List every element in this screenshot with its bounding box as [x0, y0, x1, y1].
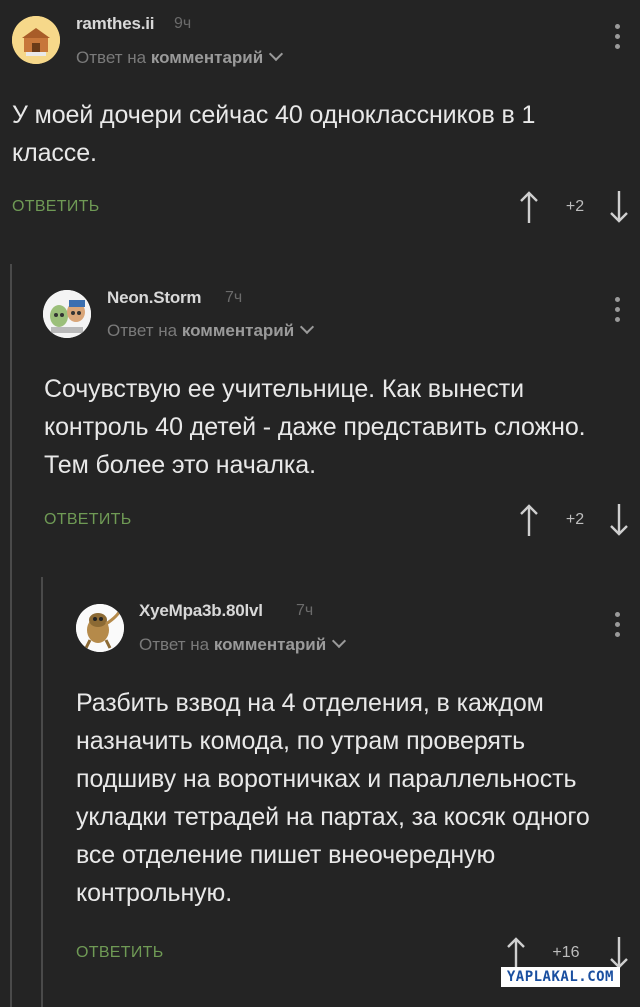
avatar[interactable]	[43, 290, 91, 338]
more-vert-icon[interactable]	[615, 297, 621, 327]
comment-text: Разбить взвод на 4 отделения, в каждом н…	[76, 689, 590, 907]
vote-score: +2	[565, 198, 585, 215]
reply-button[interactable]: ОТВЕТИТЬ	[76, 944, 164, 962]
comment-text: Сочувствую ее учительнице. Как вынести к…	[44, 375, 586, 479]
timestamp: 7ч	[296, 602, 314, 619]
comment-text: У моей дочери сейчас 40 одноклассников в…	[12, 101, 536, 167]
timestamp: 7ч	[225, 289, 243, 306]
chevron-down-icon	[269, 46, 284, 62]
comment-1: ramthes.ii 9ч Ответ на комментарий У мое…	[0, 0, 640, 250]
watermark: YAPLAKAL.COM	[500, 967, 620, 987]
vote-score: +2	[565, 511, 585, 528]
avatar[interactable]	[12, 16, 60, 64]
arrow-up-icon[interactable]	[519, 503, 539, 537]
arrow-down-icon[interactable]	[609, 190, 629, 224]
avatar-image	[12, 16, 60, 64]
thread-line	[41, 577, 43, 1007]
reply-target: комментарий	[181, 321, 295, 340]
reply-to-link[interactable]: Ответ на комментарий	[139, 633, 347, 655]
timestamp: 9ч	[174, 15, 192, 32]
reply-button[interactable]: ОТВЕТИТЬ	[12, 198, 100, 216]
arrow-up-icon[interactable]	[506, 936, 526, 970]
avatar-image	[43, 290, 91, 338]
reply-to-link[interactable]: Ответ на комментарий	[107, 319, 315, 341]
more-vert-icon[interactable]	[615, 612, 621, 642]
avatar-image	[76, 604, 124, 652]
chevron-down-icon	[300, 319, 315, 335]
avatar[interactable]	[76, 604, 124, 652]
arrow-down-icon[interactable]	[609, 936, 629, 970]
reply-to-link[interactable]: Ответ на комментарий	[76, 46, 284, 68]
arrow-down-icon[interactable]	[609, 503, 629, 537]
reply-prefix: Ответ на	[107, 321, 178, 340]
arrow-up-icon[interactable]	[519, 190, 539, 224]
thread-line	[10, 264, 12, 1007]
chevron-down-icon	[332, 633, 347, 649]
reply-target: комментарий	[213, 635, 327, 654]
username[interactable]: XyeMpa3b.80lvl	[139, 601, 263, 621]
reply-target: комментарий	[150, 48, 264, 67]
reply-prefix: Ответ на	[76, 48, 147, 67]
reply-prefix: Ответ на	[139, 635, 210, 654]
username[interactable]: Neon.Storm	[107, 288, 202, 308]
vote-score: +16	[552, 944, 580, 961]
reply-button[interactable]: ОТВЕТИТЬ	[44, 511, 132, 529]
username[interactable]: ramthes.ii	[76, 14, 155, 34]
more-vert-icon[interactable]	[615, 24, 621, 54]
